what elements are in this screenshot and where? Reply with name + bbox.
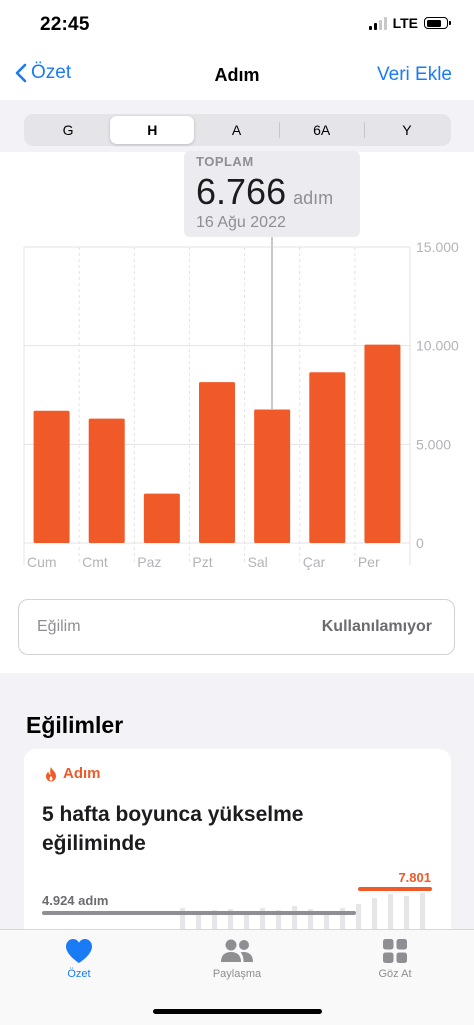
people-icon [221, 939, 253, 962]
y-tick-label: 10.000 [416, 338, 459, 354]
grid-icon [383, 939, 407, 963]
status-time: 22:45 [40, 14, 90, 35]
x-tick-label: Cum [27, 554, 57, 570]
segment-year[interactable]: Y [365, 116, 449, 144]
trend-row[interactable]: Eğilim Kullanılamıyor [18, 599, 455, 655]
selection-tooltip: TOPLAM 6.766 adım 16 Ağu 2022 [184, 151, 360, 237]
y-tick-label: 0 [416, 535, 424, 551]
segment-month[interactable]: A [194, 116, 278, 144]
x-tick-label: Sal [248, 554, 268, 570]
bar-Sal [254, 409, 291, 543]
tooltip-label: TOPLAM [196, 154, 254, 169]
status-indicators: LTE [368, 15, 451, 31]
segment-week[interactable]: H [110, 116, 195, 144]
segment-six-months[interactable]: 6A [280, 116, 364, 144]
bar-Cum [33, 410, 70, 543]
tab-browse-label: Göz At [378, 968, 412, 980]
y-tick-label: 15.000 [416, 240, 459, 255]
trends-section-title: Eğilimler [26, 712, 124, 738]
tab-browse[interactable]: Göz At [340, 938, 450, 980]
x-tick-label: Pzt [192, 554, 212, 570]
signal-icon [368, 16, 387, 30]
bar-Per [364, 344, 401, 543]
bar-Cmt [88, 418, 125, 543]
y-tick-label: 5.000 [416, 436, 451, 452]
trend-value: Kullanılamıyor [321, 618, 432, 635]
home-indicator [153, 1009, 322, 1014]
x-tick-label: Paz [137, 554, 161, 570]
network-label: LTE [392, 15, 418, 31]
period-segmented-control: G H A 6A Y [24, 114, 451, 146]
tooltip-value: 6.766 [196, 171, 287, 212]
tab-sharing[interactable]: Paylaşma [182, 938, 292, 980]
trend-mini-chart [42, 887, 432, 932]
bar-Pzt [199, 382, 235, 543]
trend-card-category-label: Adım [63, 765, 101, 782]
bar-Paz [143, 493, 180, 543]
x-tick-label: Çar [303, 554, 326, 570]
segment-day[interactable]: G [26, 116, 110, 144]
tab-sharing-label: Paylaşma [212, 968, 262, 980]
tab-summary[interactable]: Özet [24, 938, 134, 980]
steps-bar-chart[interactable]: 15.000 10.000 5.000 0 Cum Cmt Paz Pzt Sal Çar Per [0, 240, 474, 575]
heart-icon [66, 939, 92, 963]
bar-Çar [309, 372, 346, 543]
battery-icon [424, 17, 451, 29]
x-tick-label: Cmt [82, 554, 108, 570]
x-tick-label: Per [358, 554, 380, 570]
trend-card-right-value: 7.801 [398, 870, 431, 885]
trend-card-headline: 5 hafta boyunca yükselme eğiliminde [42, 803, 304, 855]
tooltip-date: 16 Ağu 2022 [196, 214, 286, 231]
add-data-button[interactable]: Veri Ekle [377, 64, 452, 86]
selection-line [271, 237, 273, 409]
flame-icon [46, 766, 56, 781]
trend-card-category: Adım [44, 765, 101, 782]
trend-label: Eğilim [37, 618, 81, 635]
tab-summary-label: Özet [67, 968, 91, 980]
tooltip-unit: adım [293, 188, 334, 208]
